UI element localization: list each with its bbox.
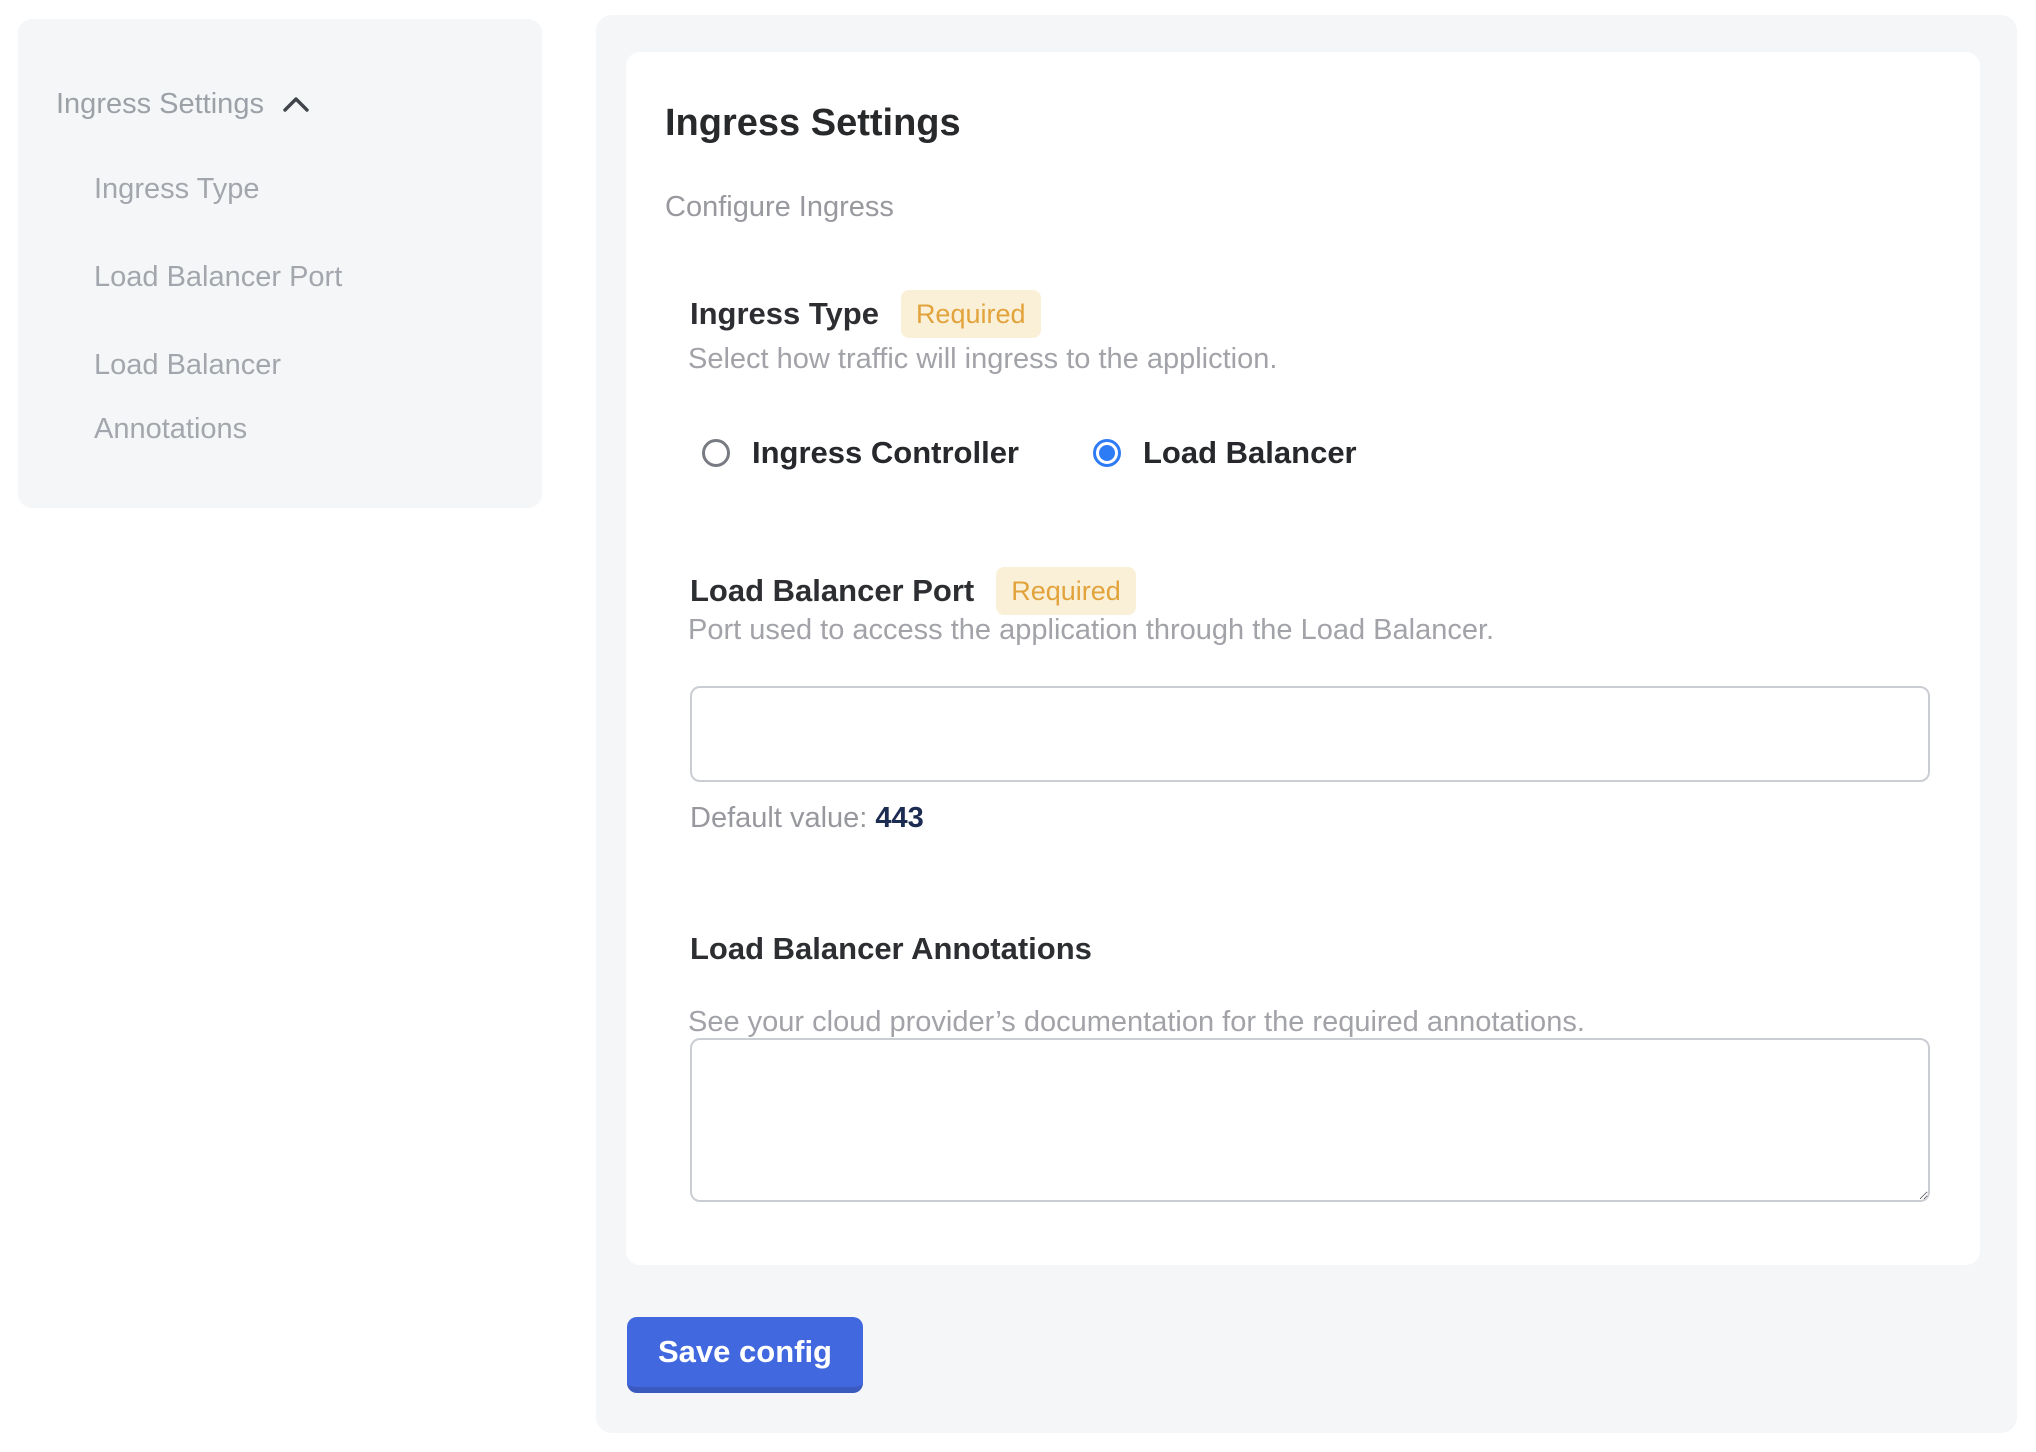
sidebar-group-ingress-settings[interactable]: Ingress Settings <box>56 87 512 121</box>
load-balancer-annotations-textarea[interactable] <box>690 1038 1930 1202</box>
chevron-up-icon <box>282 96 310 113</box>
page: Ingress Settings Ingress Type Load Balan… <box>0 0 2036 1452</box>
section-description: See your cloud provider’s documentation … <box>688 1006 1585 1039</box>
sidebar-group-label: Ingress Settings <box>56 87 264 121</box>
radio-option-load-balancer[interactable]: Load Balancer <box>1093 435 1357 471</box>
radio-label[interactable]: Ingress Controller <box>752 435 1019 471</box>
section-heading-load-balancer-annotations: Load Balancer Annotations <box>690 931 1092 967</box>
default-value-label: Default value: <box>690 802 867 834</box>
sidebar-item-load-balancer-port[interactable]: Load Balancer Port <box>94 245 434 309</box>
settings-sidebar: Ingress Settings Ingress Type Load Balan… <box>18 19 542 508</box>
radio-unselected-icon[interactable] <box>702 439 730 467</box>
section-heading-ingress-type: Ingress Type Required <box>690 290 1041 338</box>
ingress-settings-card: Ingress Settings Configure Ingress Ingre… <box>626 52 1980 1265</box>
load-balancer-port-input[interactable] <box>690 686 1930 782</box>
save-config-button[interactable]: Save config <box>627 1317 863 1393</box>
page-title: Ingress Settings <box>665 102 961 145</box>
section-heading-load-balancer-port: Load Balancer Port Required <box>690 567 1136 615</box>
required-badge: Required <box>901 290 1041 338</box>
section-label: Ingress Type <box>690 296 879 332</box>
sidebar-item-ingress-type[interactable]: Ingress Type <box>94 157 434 221</box>
section-description: Select how traffic will ingress to the a… <box>688 343 1277 376</box>
radio-selected-icon[interactable] <box>1093 439 1121 467</box>
ingress-type-radio-group: Ingress Controller Load Balancer <box>702 435 1357 471</box>
default-value-line: Default value: 443 <box>690 802 924 835</box>
sidebar-item-load-balancer-annotations[interactable]: Load Balancer Annotations <box>94 333 434 461</box>
radio-option-ingress-controller[interactable]: Ingress Controller <box>702 435 1019 471</box>
section-label: Load Balancer Port <box>690 573 974 609</box>
section-label: Load Balancer Annotations <box>690 931 1092 967</box>
section-description: Port used to access the application thro… <box>688 614 1494 647</box>
sidebar-item-list: Ingress Type Load Balancer Port Load Bal… <box>94 157 434 461</box>
radio-label[interactable]: Load Balancer <box>1143 435 1357 471</box>
default-value: 443 <box>875 802 923 834</box>
page-subtitle: Configure Ingress <box>665 191 894 224</box>
required-badge: Required <box>996 567 1136 615</box>
